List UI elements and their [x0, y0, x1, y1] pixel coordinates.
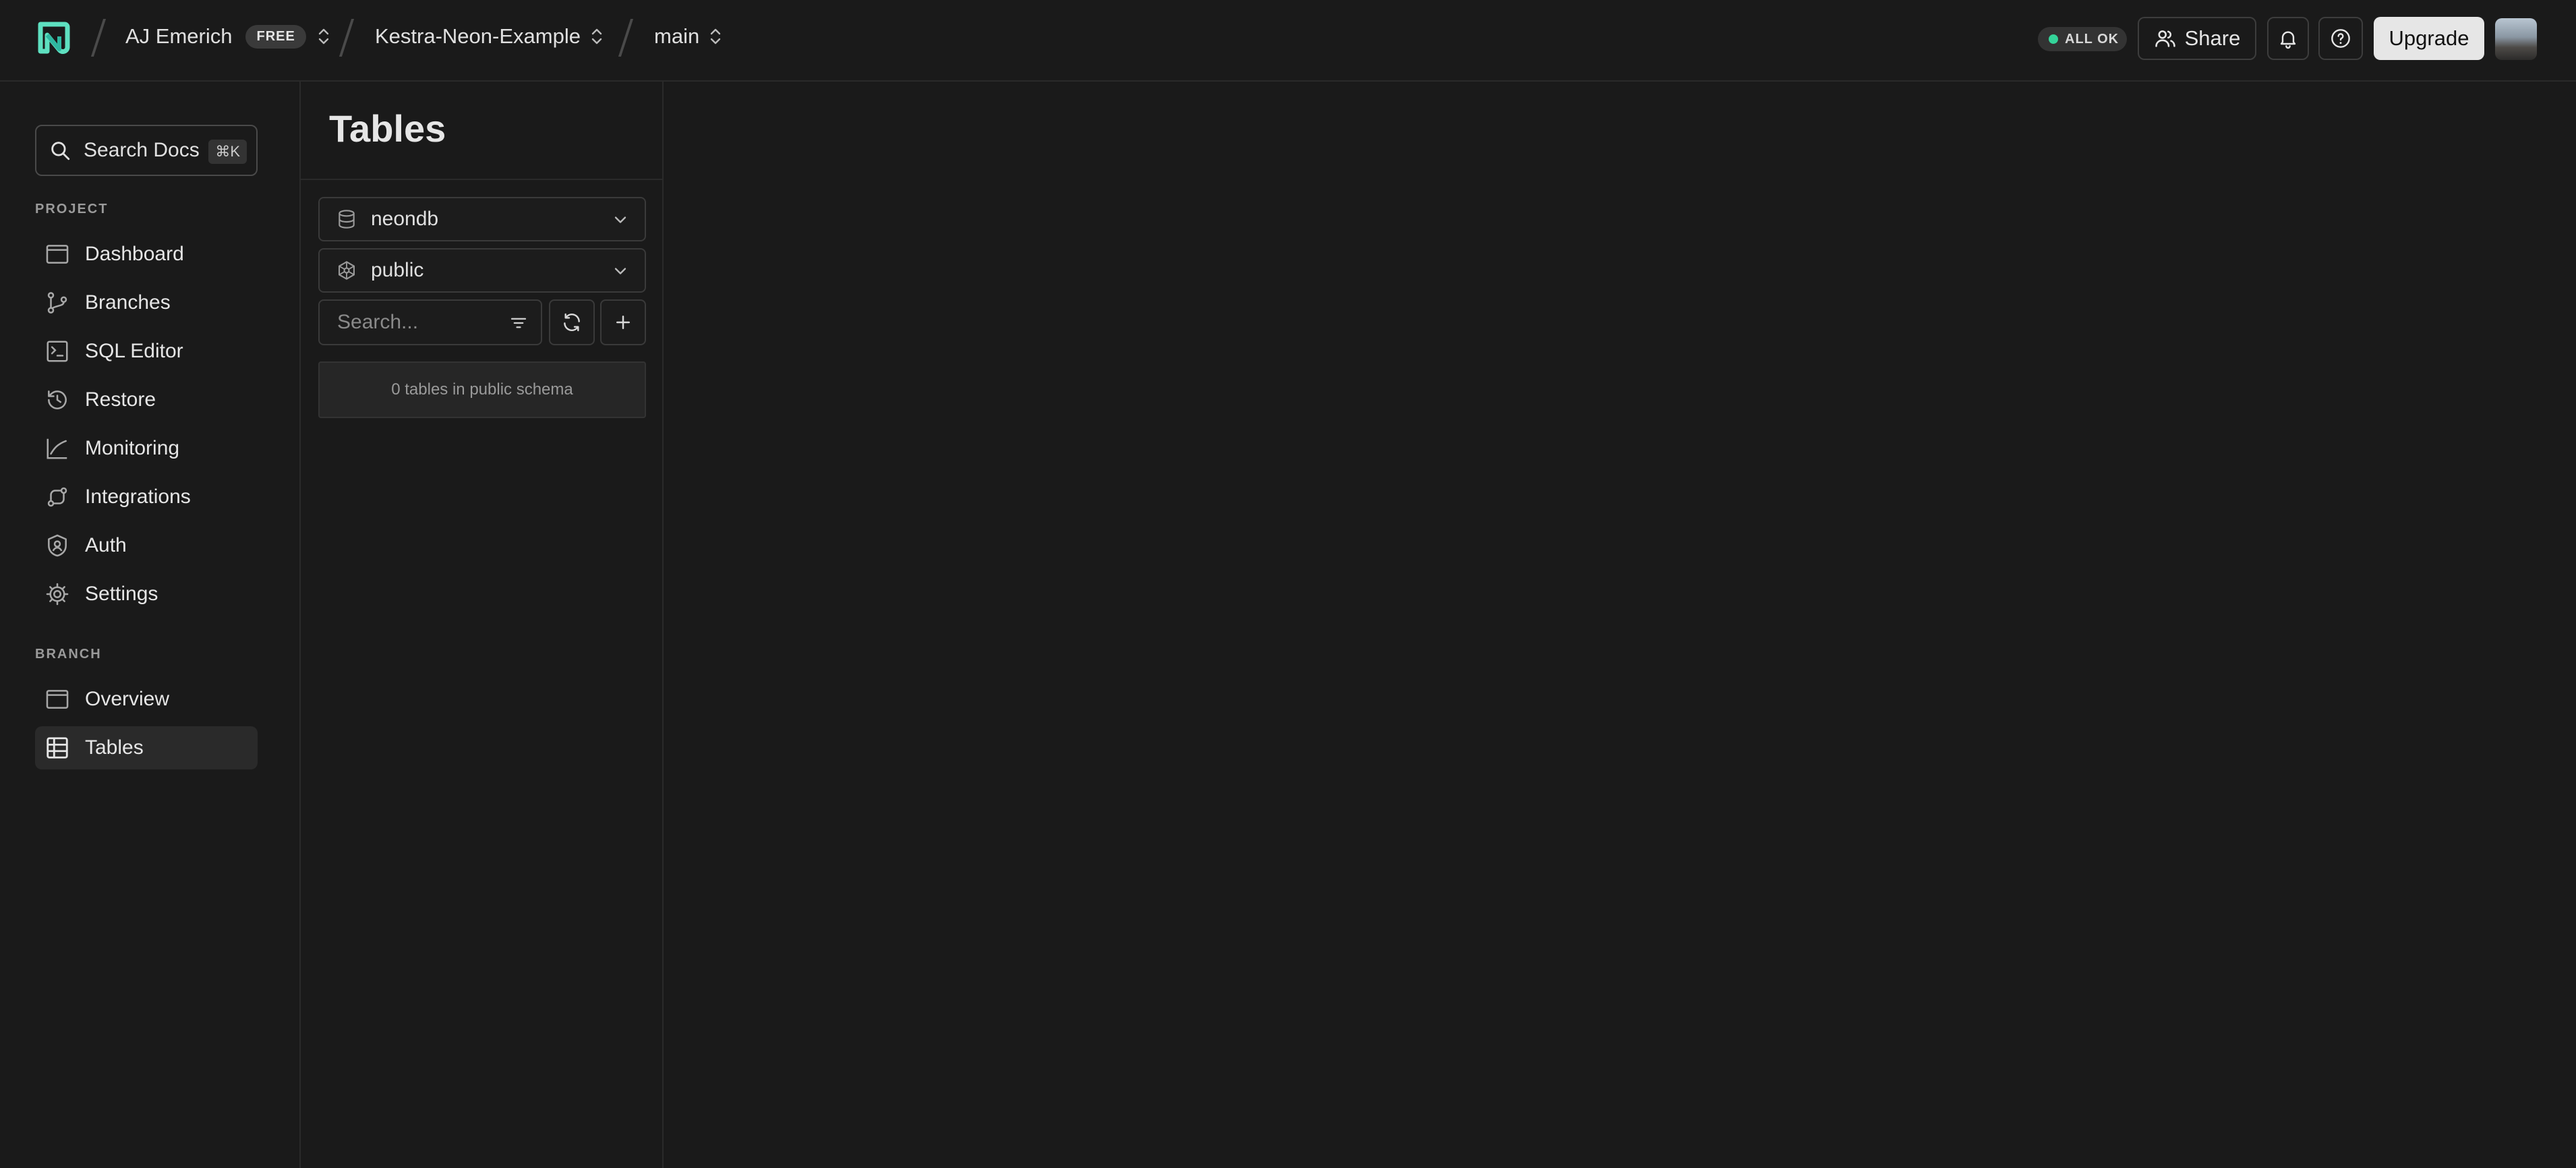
tables-panel — [301, 82, 664, 1168]
panel-divider — [301, 179, 664, 180]
status-badge[interactable]: ALL OK — [2038, 27, 2127, 51]
sidebar-item-auth[interactable]: Auth — [35, 524, 258, 567]
project-switcher[interactable]: Kestra-Neon-Example — [375, 24, 605, 49]
chevron-up-down-icon — [318, 28, 329, 45]
status-dot-icon — [2049, 34, 2058, 44]
breadcrumb-separator — [339, 19, 355, 57]
database-select-value: neondb — [371, 208, 439, 230]
auth-icon — [48, 534, 67, 557]
sidebar-item-label: Settings — [85, 583, 158, 605]
sidebar-item-integrations[interactable]: Integrations — [35, 475, 258, 519]
restore-icon — [48, 390, 67, 409]
search-shortcut: ⌘K — [208, 140, 247, 164]
sql-editor-icon — [47, 341, 68, 362]
search-docs-button[interactable]: Search Docs ⌘K — [35, 125, 258, 176]
chevron-up-down-icon — [591, 28, 602, 45]
database-select[interactable]: neondb — [318, 197, 646, 241]
table-search-field[interactable] — [318, 299, 542, 345]
branch-switcher[interactable]: main — [654, 24, 724, 49]
tables-icon — [47, 737, 68, 759]
project-name: Kestra-Neon-Example — [375, 24, 581, 48]
notifications-button[interactable] — [2267, 17, 2309, 60]
sidebar-item-label: Tables — [85, 736, 144, 759]
bell-icon — [2280, 31, 2296, 49]
schema-icon — [339, 261, 355, 280]
dashboard-icon — [46, 245, 69, 264]
sidebar-item-label: Monitoring — [85, 437, 180, 459]
help-circle-icon — [2331, 29, 2350, 48]
branch-section-label: BRANCH — [35, 647, 102, 662]
sidebar-item-label: Dashboard — [85, 243, 184, 265]
filter-icon[interactable] — [508, 313, 529, 333]
avatar[interactable] — [2495, 18, 2537, 60]
sidebar-item-monitoring[interactable]: Monitoring — [35, 427, 258, 470]
plus-icon — [616, 316, 630, 329]
users-icon — [2155, 30, 2175, 47]
chevron-down-icon — [614, 268, 626, 274]
sidebar-item-label: SQL Editor — [85, 340, 183, 362]
refresh-icon — [564, 313, 580, 332]
share-button[interactable]: Share — [2138, 17, 2256, 60]
breadcrumb-separator — [618, 19, 634, 57]
upgrade-button[interactable]: Upgrade — [2374, 17, 2484, 60]
sidebar-item-dashboard[interactable]: Dashboard — [35, 233, 258, 276]
add-table-button[interactable] — [600, 299, 646, 345]
integrations-icon — [47, 487, 67, 507]
sidebar-item-label: Overview — [85, 688, 170, 710]
breadcrumb-separator — [90, 19, 107, 57]
neon-logo-icon — [38, 22, 70, 54]
sidebar-item-label: Restore — [85, 388, 156, 411]
search-docs-label: Search Docs — [84, 139, 200, 161]
sidebar-item-label: Branches — [85, 291, 171, 314]
sidebar-item-label: Integrations — [85, 486, 191, 508]
database-icon — [339, 210, 355, 229]
neon-logo[interactable] — [34, 20, 71, 58]
refresh-button[interactable] — [549, 299, 595, 345]
search-icon — [51, 142, 70, 160]
sidebar-item-overview[interactable]: Overview — [35, 678, 258, 721]
schema-select[interactable]: public — [318, 248, 646, 293]
empty-tables-message: 0 tables in public schema — [318, 361, 646, 418]
plan-badge: FREE — [245, 24, 306, 49]
sidebar-item-tables[interactable]: Tables — [35, 726, 258, 769]
monitoring-icon — [47, 438, 67, 459]
sidebar-item-settings[interactable]: Settings — [35, 573, 258, 616]
sidebar-item-restore[interactable]: Restore — [35, 378, 258, 421]
help-button[interactable] — [2318, 17, 2363, 60]
share-label: Share — [2184, 26, 2241, 50]
overview-icon — [46, 690, 69, 709]
schema-select-value: public — [371, 259, 424, 281]
sidebar-item-sql-editor[interactable]: SQL Editor — [35, 330, 258, 373]
sidebar-item-label: Auth — [85, 534, 127, 556]
settings-icon — [46, 583, 69, 606]
table-search-input[interactable] — [336, 310, 500, 334]
org-name: AJ Emerich — [125, 24, 233, 48]
branch-name: main — [654, 24, 700, 48]
branches-icon — [47, 292, 67, 314]
org-switcher[interactable]: AJ Emerich FREE — [125, 24, 332, 49]
chevron-down-icon — [614, 216, 626, 223]
sidebar-item-branches[interactable]: Branches — [35, 281, 258, 324]
status-text: ALL OK — [2065, 31, 2119, 47]
chevron-up-down-icon — [711, 28, 721, 45]
main-content-area — [664, 82, 2576, 1168]
project-section-label: PROJECT — [35, 202, 109, 216]
page-title: Tables — [329, 107, 446, 150]
top-bar: AJ Emerich FREE Kestra-Neon-Example main… — [0, 0, 2576, 82]
